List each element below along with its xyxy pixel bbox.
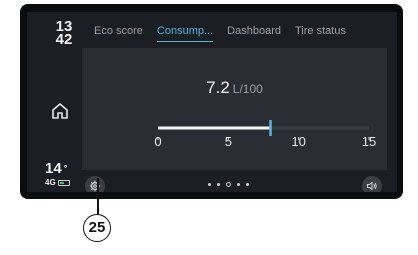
gear-icon	[89, 180, 101, 192]
page-dot[interactable]	[217, 183, 220, 186]
tab-dashboard[interactable]: Dashboard	[220, 12, 288, 48]
speaker-icon	[367, 181, 377, 191]
tab-underline	[156, 40, 214, 42]
battery-icon	[57, 179, 70, 186]
gauge-tick-label: 0	[154, 134, 162, 149]
outside-temperature: 14 °	[45, 160, 68, 177]
temperature-unit: °	[63, 163, 68, 173]
temperature-value: 14	[45, 160, 62, 177]
callout-line	[97, 178, 99, 214]
sound-button[interactable]	[362, 176, 382, 192]
network-label: 4G	[45, 178, 56, 187]
tab-tire-status[interactable]: Tire status	[288, 12, 353, 48]
page-dot[interactable]	[208, 183, 211, 186]
callout-number: 25	[83, 214, 111, 242]
gauge-tick-label: 5	[224, 134, 232, 149]
tab-consump[interactable]: Consump...	[150, 12, 220, 48]
clock: 13 42	[49, 19, 79, 48]
page-indicator	[208, 182, 249, 187]
page-dot[interactable]	[237, 183, 240, 186]
tab-bar: Eco score Consump... Dashboard Tire status	[87, 12, 397, 48]
page-dot[interactable]	[246, 183, 249, 186]
home-button[interactable]	[49, 100, 71, 122]
tab-eco-score[interactable]: Eco score	[87, 12, 150, 48]
status-sidebar: 13 42 14 ° 4G	[27, 12, 87, 192]
infotainment-screen: 13 42 14 ° 4G Eco score Consump... Dashboar…	[27, 12, 397, 192]
consumption-panel: 7.2 L/100 0 5 10 15	[82, 48, 387, 170]
battery-level	[59, 181, 65, 184]
page-dot[interactable]	[226, 182, 231, 187]
home-icon	[52, 103, 68, 119]
gauge-tick-label: 10	[291, 134, 306, 149]
clock-minute: 42	[55, 31, 73, 48]
settings-button[interactable]	[85, 176, 105, 192]
gauge-tick-label: 15	[361, 134, 377, 149]
consumption-gauge	[157, 120, 370, 140]
network-status: 4G	[45, 178, 70, 187]
